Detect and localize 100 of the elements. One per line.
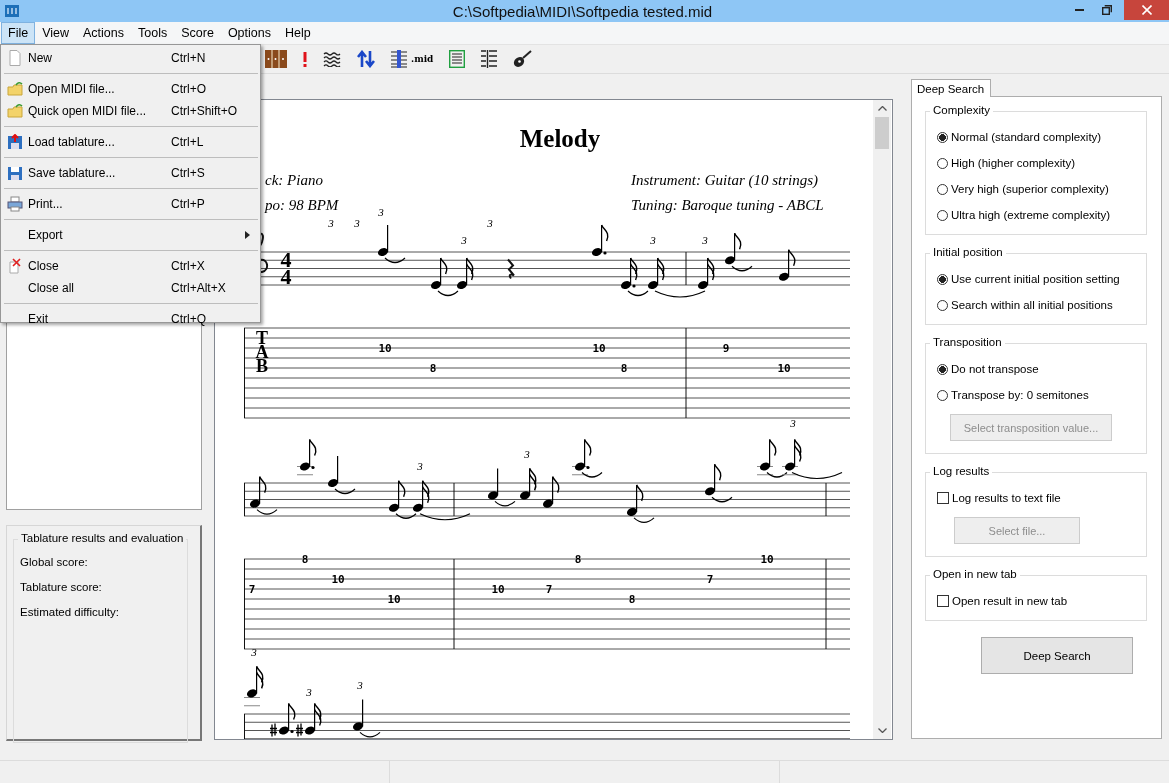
option-label[interactable]: Do not transpose (951, 363, 1039, 375)
tab-number: 8 (628, 593, 636, 606)
minimize-icon (1074, 9, 1084, 11)
tie-arc (654, 290, 706, 298)
waves-icon[interactable] (323, 51, 341, 67)
note (430, 257, 448, 290)
tie-arc (256, 509, 278, 515)
note (377, 224, 389, 257)
toolbar-label[interactable]: .mid (411, 54, 434, 64)
guitar-icon[interactable] (513, 50, 533, 68)
note (243, 665, 264, 707)
menu-item-label: Close all (28, 281, 76, 295)
tie-arc (437, 290, 459, 297)
menu-item[interactable]: Tools (131, 22, 175, 44)
tuplet-mark: 3 (328, 217, 334, 229)
tuplet-mark: 3 (650, 234, 656, 246)
tab-number: 7 (248, 583, 256, 596)
field-label: Global score: (20, 556, 89, 570)
tab-number: 10 (387, 593, 401, 606)
radio-button[interactable] (937, 273, 948, 285)
score-title: Melody (518, 124, 602, 154)
tuplet-mark: 3 (790, 417, 796, 429)
option-label[interactable]: Transpose by: 0 semitones (951, 389, 1089, 401)
note (781, 438, 802, 476)
scroll-down-icon (877, 728, 887, 733)
note (647, 257, 665, 290)
tab-number: 8 (620, 362, 628, 375)
menu-item[interactable]: Load tablature... Ctrl+L (1, 131, 260, 153)
tab-number: 10 (331, 573, 345, 586)
option-label[interactable]: Open result in new tab (952, 595, 1068, 607)
menu-item[interactable]: Close all Ctrl+Alt+X (1, 277, 260, 299)
menu-item-label: Save tablature... (28, 166, 117, 180)
group-title: Initial position (930, 246, 1006, 258)
tuplet-mark: 3 (354, 217, 360, 229)
scrollbar[interactable] (873, 100, 891, 739)
menu-item[interactable]: Exit Ctrl+Q (1, 308, 260, 330)
score-info: ck: Piano (265, 171, 323, 190)
tie-arc (359, 731, 381, 738)
up-down-arrows-icon[interactable] (357, 50, 375, 68)
group-title: Transposition (930, 336, 1005, 348)
menu-item[interactable]: Actions (76, 22, 132, 44)
tab-number: 10 (777, 362, 791, 375)
menu-item[interactable]: Open MIDI file... Ctrl+O (1, 78, 260, 100)
scroll-thumb[interactable] (875, 117, 889, 149)
option-label[interactable]: Very high (superior complexity) (951, 183, 1109, 195)
menu-item[interactable]: Score (174, 22, 221, 44)
note (626, 484, 644, 516)
exclamation-icon[interactable] (303, 51, 307, 67)
tie-arc (633, 517, 655, 523)
tab-number: 8 (574, 553, 582, 566)
fretboard-icon[interactable] (265, 50, 287, 68)
tab[interactable]: Deep Search (911, 79, 992, 97)
restore-icon (1102, 5, 1112, 15)
note (412, 480, 430, 512)
tab-number: 9 (722, 342, 730, 355)
tie-arc (384, 257, 406, 264)
tie-arc (791, 471, 843, 480)
window-title: C:\Softpedia\MIDI\Softpedia tested.mid (451, 2, 714, 20)
deep-search-button[interactable]: Deep Search (981, 637, 1133, 674)
printer-icon (7, 196, 23, 212)
checkbox[interactable] (937, 492, 949, 504)
tab-number: 10 (592, 342, 606, 355)
menu-item[interactable]: Quick open MIDI file... Ctrl+Shift+O (1, 100, 260, 122)
menu-item[interactable]: New Ctrl+N (1, 47, 260, 69)
checkbox[interactable] (937, 595, 949, 607)
tuplet-mark: 3 (251, 646, 257, 658)
option-label[interactable]: High (higher complexity) (951, 157, 1075, 169)
radio-button[interactable] (937, 363, 948, 375)
menu-item-label: Print... (28, 197, 64, 211)
option-label[interactable]: Search within all initial positions (951, 299, 1113, 311)
tuplet-mark: 3 (357, 679, 363, 691)
shortcut-label: Ctrl+O (171, 82, 206, 96)
menu-item[interactable]: Print... Ctrl+P (1, 193, 260, 215)
menu-item-label: Open MIDI file... (28, 82, 116, 96)
option-label[interactable]: Ultra high (extreme complexity) (951, 209, 1111, 221)
tuplet-mark: 3 (461, 234, 467, 246)
menu-item[interactable]: Options (220, 22, 278, 44)
note (704, 463, 722, 496)
option-label[interactable]: Normal (standard complexity) (951, 131, 1102, 143)
menu-item[interactable]: Save tablature... Ctrl+S (1, 162, 260, 184)
option-label[interactable]: Use current initial position setting (951, 273, 1120, 285)
shortcut-label: Ctrl+N (171, 51, 206, 65)
menu-item-label: Export (28, 228, 64, 242)
menu-item[interactable]: File (1, 22, 36, 44)
menu-item-label: New (28, 51, 53, 65)
menu-item[interactable]: Help (277, 22, 318, 44)
radio-button[interactable] (937, 131, 948, 143)
menu-item[interactable]: Close Ctrl+X (1, 255, 260, 277)
menu-item[interactable]: Export (1, 224, 260, 246)
tab-number: 7 (545, 583, 553, 596)
option-label[interactable]: Log results to text file (952, 492, 1061, 504)
tab-number: 10 (378, 342, 392, 355)
tie-arc (494, 500, 516, 507)
menu-item[interactable]: View (35, 22, 77, 44)
tuplet-mark: 3 (306, 686, 312, 698)
menu-item-label: Load tablature... (28, 135, 116, 149)
note (388, 480, 406, 512)
list-icon[interactable] (481, 50, 498, 68)
tie-arc (395, 513, 417, 519)
group-title: Tablature results and evaluation (18, 532, 187, 544)
